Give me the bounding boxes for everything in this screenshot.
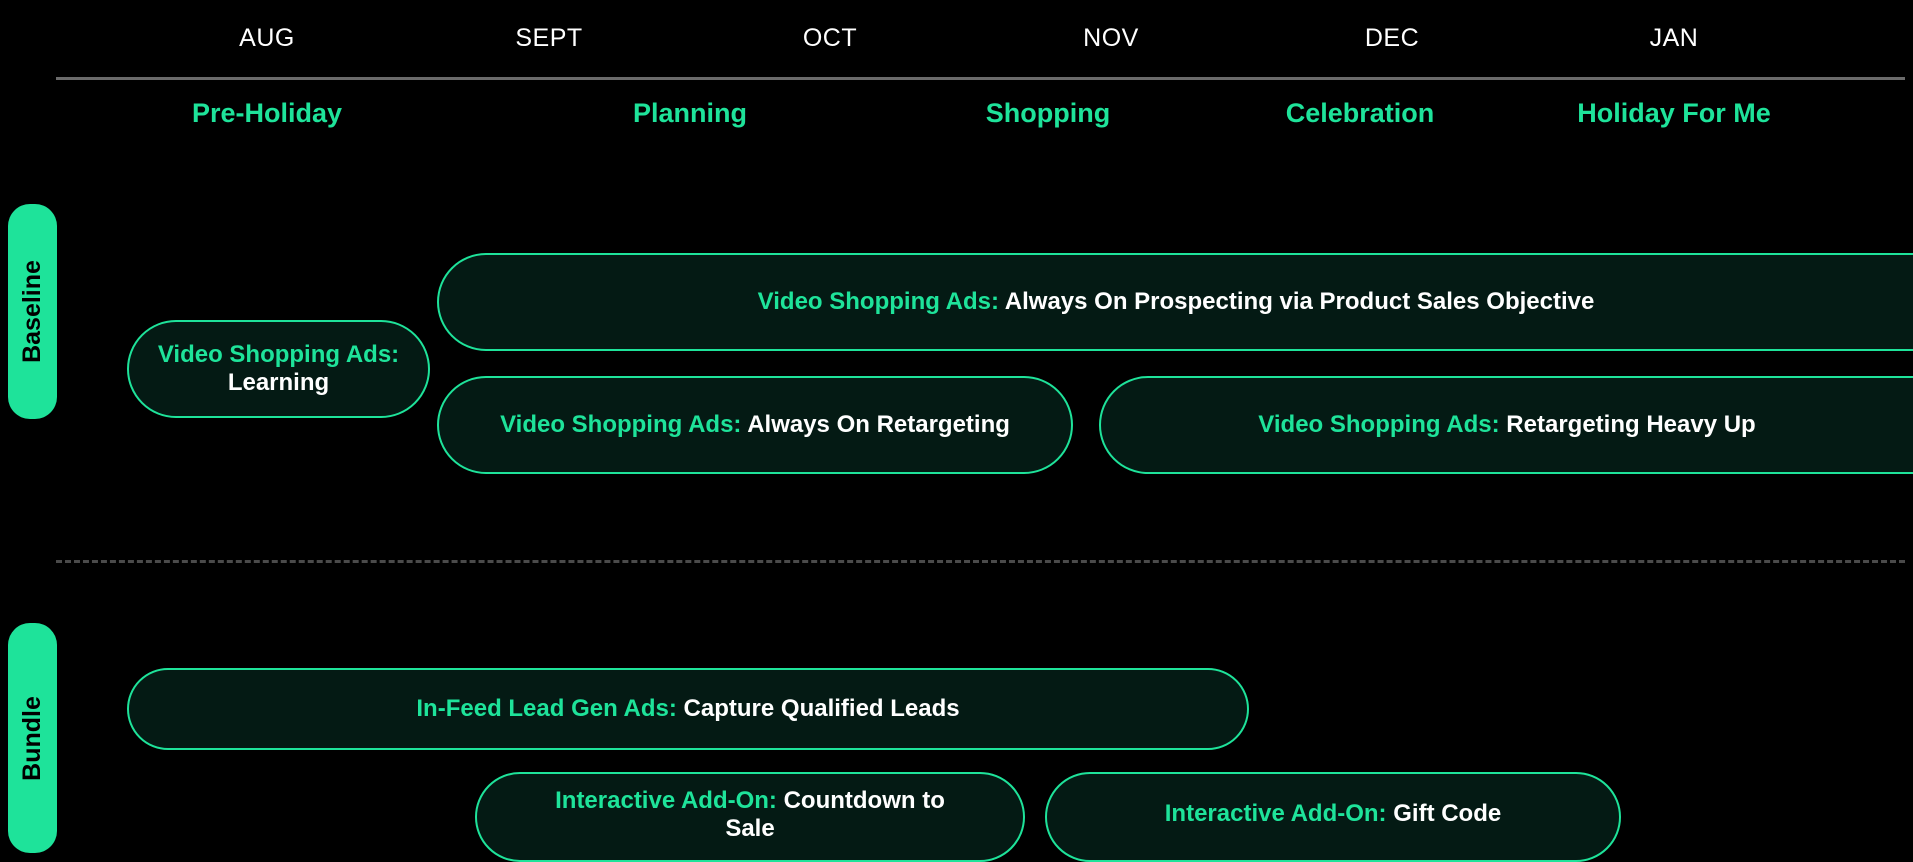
month-oct: OCT <box>802 24 858 52</box>
tactic-vsa-learning-text: Learning <box>227 369 330 396</box>
tactic-gift-code-type: Interactive Add-On: <box>1164 800 1387 827</box>
month-sept: SEPT <box>515 24 583 52</box>
phase-pre-holiday: Pre-Holiday <box>191 98 343 128</box>
tactic-vsa-learning: Video Shopping Ads: Learning <box>127 320 430 418</box>
tactic-countdown: Interactive Add-On: Countdown to Sale <box>475 772 1025 862</box>
month-jan: JAN <box>1649 24 1699 52</box>
timeline-divider <box>56 77 1905 80</box>
month-dec: DEC <box>1364 24 1420 52</box>
section-label-bundle-text: Bundle <box>18 695 46 781</box>
section-label-baseline: Baseline <box>8 204 57 419</box>
section-divider <box>56 560 1905 563</box>
tactic-lead-gen-text: Capture Qualified Leads <box>683 695 960 722</box>
tactic-vsa-prospecting-type: Video Shopping Ads: <box>757 288 999 315</box>
tactic-vsa-retargeting-text: Always On Retargeting <box>747 411 1010 438</box>
month-nov: NOV <box>1083 24 1139 52</box>
tactic-vsa-prospecting-text: Always On Prospecting via Product Sales … <box>1004 288 1595 315</box>
phase-holiday-for-me: Holiday For Me <box>1577 98 1771 128</box>
phase-celebration: Celebration <box>1285 98 1435 128</box>
tactic-gift-code: Interactive Add-On: Gift Code <box>1045 772 1621 862</box>
tactic-vsa-heavy-up: Video Shopping Ads: Retargeting Heavy Up <box>1099 376 1913 474</box>
tactic-lead-gen: In-Feed Lead Gen Ads: Capture Qualified … <box>127 668 1249 750</box>
phase-planning: Planning <box>633 98 747 128</box>
section-label-bundle: Bundle <box>8 623 57 853</box>
tactic-vsa-retargeting-type: Video Shopping Ads: <box>500 411 742 438</box>
tactic-vsa-retargeting: Video Shopping Ads: Always On Retargetin… <box>437 376 1073 474</box>
phase-shopping: Shopping <box>985 98 1111 128</box>
section-label-baseline-text: Baseline <box>18 260 46 363</box>
tactic-lead-gen-type: In-Feed Lead Gen Ads: <box>416 695 677 722</box>
tactic-gift-code-text: Gift Code <box>1393 800 1502 827</box>
tactic-vsa-heavy-up-type: Video Shopping Ads: <box>1258 411 1500 438</box>
tactic-vsa-heavy-up-text: Retargeting Heavy Up <box>1506 411 1756 438</box>
month-aug: AUG <box>239 24 295 52</box>
tactic-vsa-prospecting: Video Shopping Ads: Always On Prospectin… <box>437 253 1913 351</box>
tactic-vsa-learning-type: Video Shopping Ads: <box>157 341 400 368</box>
tactic-countdown-type: Interactive Add-On: <box>555 787 777 814</box>
